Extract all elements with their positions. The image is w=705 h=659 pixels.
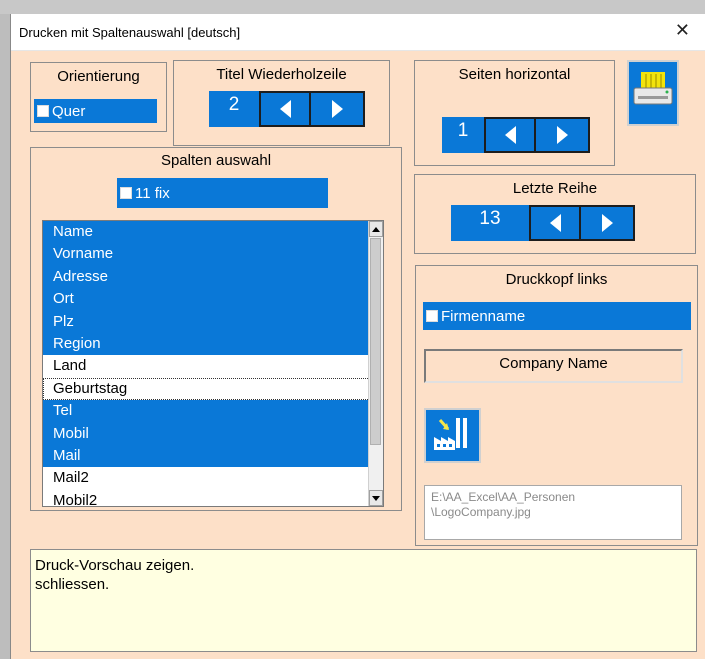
letzte-increase-button[interactable] bbox=[581, 205, 635, 241]
arrow-right-icon bbox=[601, 214, 613, 232]
orientierung-title: Orientierung bbox=[57, 68, 140, 85]
seiten-horizontal-title: Seiten horizontal bbox=[458, 66, 571, 83]
arrow-left-icon bbox=[504, 126, 516, 144]
arrow-right-icon bbox=[331, 100, 343, 118]
logo-select-button[interactable] bbox=[424, 408, 481, 463]
seiten-increase-button[interactable] bbox=[536, 117, 590, 153]
fix-label: 11 fix bbox=[135, 184, 170, 202]
arrow-up-icon bbox=[372, 226, 380, 232]
print-dialog: Drucken mit Spaltenauswahl [deutsch] ✕ O… bbox=[10, 14, 705, 659]
status-line-1: Druck-Vorschau zeigen. bbox=[35, 557, 195, 574]
spalten-list: Name Vorname Adresse Ort Plz Region Land Geburt… bbox=[43, 221, 383, 506]
fix-checkbox-row[interactable]: 11 fix bbox=[117, 178, 328, 208]
letzte-reihe-spinner: 13 bbox=[451, 205, 635, 241]
arrow-left-icon bbox=[549, 214, 561, 232]
list-item[interactable]: Mail bbox=[43, 444, 370, 468]
scroll-up-button[interactable] bbox=[369, 221, 383, 237]
letzte-reihe-frame: Letzte Reihe 13 bbox=[414, 174, 696, 254]
seiten-horizontal-frame: Seiten horizontal 1 bbox=[414, 60, 615, 166]
list-item[interactable]: Geburtstag bbox=[43, 377, 370, 401]
background-window-strip bbox=[0, 0, 705, 14]
list-item[interactable]: Vorname bbox=[43, 243, 370, 266]
list-item[interactable]: Name bbox=[43, 221, 370, 244]
status-panel: Druck-Vorschau zeigen. schliessen. bbox=[30, 549, 697, 652]
quer-label: Quer bbox=[52, 102, 86, 120]
list-item[interactable]: Tel bbox=[43, 400, 370, 423]
arrow-down-icon bbox=[372, 495, 380, 501]
background-window-edge bbox=[0, 14, 10, 659]
firmenname-checkbox[interactable] bbox=[426, 310, 438, 322]
logo-path-field[interactable]: E:\AA_Excel\AA_Personen \LogoCompany.jpg bbox=[424, 485, 682, 540]
list-item[interactable]: Mobil bbox=[43, 422, 370, 445]
list-item[interactable]: Region bbox=[43, 332, 370, 356]
list-item[interactable]: Mobil2 bbox=[43, 489, 370, 506]
titel-decrease-button[interactable] bbox=[259, 91, 311, 127]
window-title: Drucken mit Spaltenauswahl [deutsch] bbox=[19, 25, 241, 40]
list-item[interactable]: Ort bbox=[43, 288, 370, 311]
titel-wiederholzeile-frame: Titel Wiederholzeile 2 bbox=[173, 60, 390, 146]
firmenname-checkbox-row[interactable]: Firmenname bbox=[423, 302, 691, 330]
orientierung-frame: Orientierung Quer bbox=[30, 62, 167, 132]
factory-icon bbox=[434, 418, 467, 450]
letzte-decrease-button[interactable] bbox=[529, 205, 581, 241]
quer-checkbox-row[interactable]: Quer bbox=[34, 99, 157, 123]
list-item[interactable]: Adresse bbox=[43, 265, 370, 289]
letzte-reihe-value[interactable]: 13 bbox=[451, 205, 529, 241]
status-line-2: schliessen. bbox=[35, 576, 110, 593]
print-button[interactable] bbox=[627, 60, 679, 126]
logo-path-text: E:\AA_Excel\AA_Personen \LogoCompany.jpg bbox=[431, 490, 576, 519]
titel-wiederholzeile-value[interactable]: 2 bbox=[209, 91, 259, 127]
firmenname-label: Firmenname bbox=[441, 307, 526, 325]
spalten-listbox[interactable]: Name Vorname Adresse Ort Plz Region Land Geburt… bbox=[42, 220, 384, 507]
close-button[interactable]: ✕ bbox=[675, 20, 690, 41]
titel-wiederholzeile-title: Titel Wiederholzeile bbox=[216, 66, 347, 83]
list-item[interactable]: Land bbox=[43, 355, 370, 378]
arrow-right-icon bbox=[556, 126, 568, 144]
letzte-reihe-title: Letzte Reihe bbox=[512, 180, 598, 197]
seiten-decrease-button[interactable] bbox=[484, 117, 536, 153]
company-name-field[interactable]: Company Name bbox=[424, 349, 683, 383]
list-item[interactable]: Mail2 bbox=[43, 467, 370, 490]
quer-checkbox[interactable] bbox=[37, 105, 49, 117]
titel-increase-button[interactable] bbox=[311, 91, 365, 127]
titel-wiederholzeile-spinner: 2 bbox=[209, 91, 365, 127]
scroll-thumb[interactable] bbox=[370, 238, 381, 445]
scroll-down-button[interactable] bbox=[369, 490, 383, 506]
spalten-auswahl-title: Spalten auswahl bbox=[160, 152, 272, 169]
list-item[interactable]: Plz bbox=[43, 310, 370, 333]
seiten-horizontal-spinner: 1 bbox=[442, 117, 590, 153]
listbox-scrollbar[interactable] bbox=[368, 221, 383, 506]
arrow-left-icon bbox=[279, 100, 291, 118]
title-bar: Drucken mit Spaltenauswahl [deutsch] ✕ bbox=[11, 14, 705, 51]
seiten-horizontal-value[interactable]: 1 bbox=[442, 117, 484, 153]
druckkopf-links-title: Druckkopf links bbox=[505, 271, 608, 288]
fix-checkbox[interactable] bbox=[120, 187, 132, 199]
printer-icon bbox=[633, 72, 673, 105]
